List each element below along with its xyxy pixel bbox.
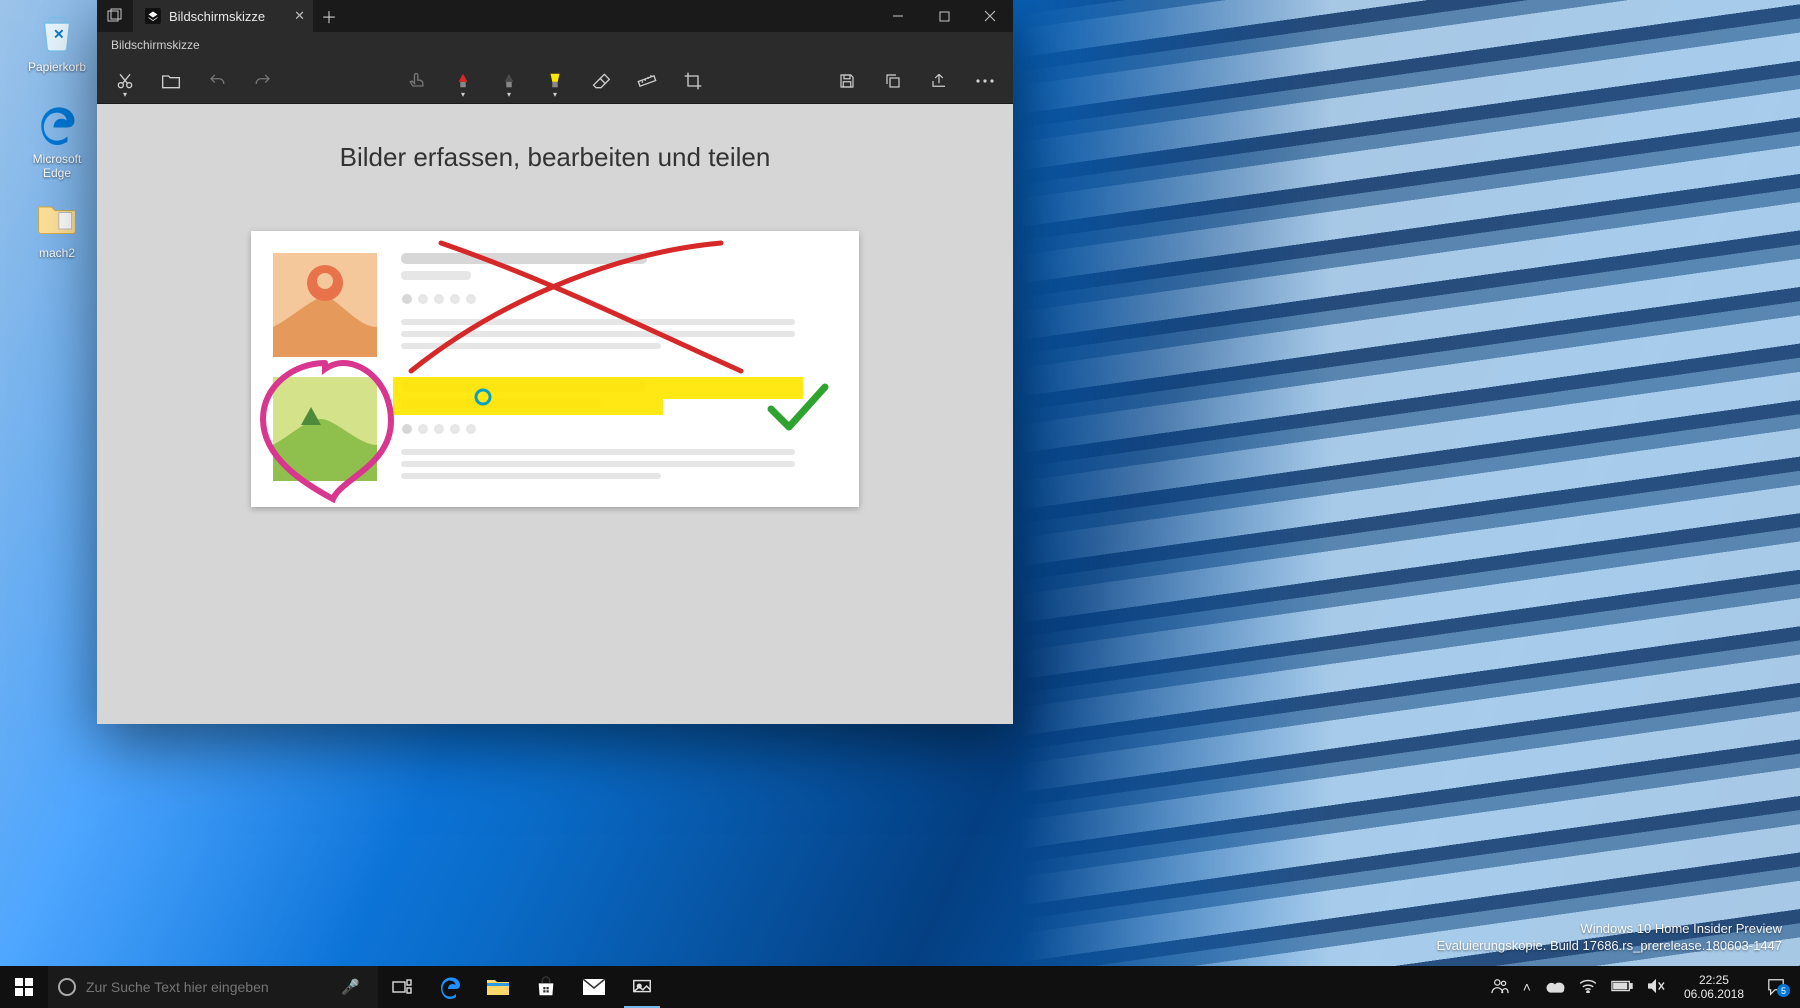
taskbar-app-screen-sketch[interactable] [618,966,666,1008]
ruler-button[interactable] [625,59,669,103]
tray-people-icon[interactable] [1484,978,1516,997]
wallpaper-stripes [1020,0,1800,1008]
cortana-icon [58,978,76,996]
ballpoint-pen-button[interactable]: ▾ [441,59,485,103]
start-button[interactable] [0,966,48,1008]
eraser-button[interactable] [579,59,623,103]
screen-sketch-window: Bildschirmskizze ✕ ＋ Bildschirmskizze [97,0,1013,724]
clock-date: 06.06.2018 [1684,987,1744,1001]
notification-badge: 5 [1777,984,1790,997]
canvas-heading: Bilder erfassen, bearbeiten und teilen [97,142,1013,173]
desktop-icon-label: Microsoft Edge [18,152,96,180]
insider-preview-watermark: Windows 10 Home Insider Preview Evaluier… [1437,920,1782,954]
taskbar: 🎤 ˄ [0,966,1800,1008]
maximize-button[interactable] [921,0,967,32]
close-button[interactable] [967,0,1013,32]
desktop-icon-recycle-bin[interactable]: Papierkorb [18,8,96,74]
toolbar: ▾ ▾ [97,58,1013,104]
new-snip-button[interactable]: ▾ [103,59,147,103]
copy-button[interactable] [871,59,915,103]
undo-button [195,59,239,103]
taskbar-app-explorer[interactable] [474,966,522,1008]
edge-icon [33,100,81,148]
highlighter-button[interactable]: ▾ [533,59,577,103]
task-view-button[interactable] [378,966,426,1008]
app-favicon [145,8,161,24]
desktop-wallpaper: Papierkorb Microsoft Edge mach2 Windows … [0,0,1800,1008]
desktop-icon-label: mach2 [18,246,96,260]
sample-illustration [251,231,859,507]
tray-chevron-up-icon[interactable]: ˄ [1516,979,1538,995]
window-subtitle: Bildschirmskizze [97,32,1013,58]
watermark-line2: Evaluierungskopie. Build 17686.rs_prerel… [1437,937,1782,954]
pencil-button[interactable]: ▾ [487,59,531,103]
mic-icon[interactable]: 🎤 [333,978,368,996]
save-button[interactable] [825,59,869,103]
share-button[interactable] [917,59,961,103]
crop-button[interactable] [671,59,715,103]
folder-icon [33,194,81,242]
more-button[interactable] [963,59,1007,103]
desktop-icon-mach2[interactable]: mach2 [18,194,96,260]
taskbar-app-edge[interactable] [426,966,474,1008]
search-input[interactable] [86,979,333,995]
new-tab-button[interactable]: ＋ [313,0,345,32]
canvas-area[interactable]: Bilder erfassen, bearbeiten und teilen [97,104,1013,724]
redo-button [241,59,285,103]
recycle-bin-icon [33,8,81,56]
taskbar-clock[interactable]: 22:25 06.06.2018 [1672,973,1756,1001]
minimize-button[interactable] [875,0,921,32]
titlebar[interactable]: Bildschirmskizze ✕ ＋ [97,0,1013,32]
tray-volume-icon[interactable] [1640,978,1672,997]
open-button[interactable] [149,59,193,103]
clock-time: 22:25 [1684,973,1744,987]
desktop-icon-edge[interactable]: Microsoft Edge [18,100,96,180]
taskbar-search[interactable]: 🎤 [48,966,378,1008]
system-tray: ˄ 22:25 06.06.2018 5 [1484,966,1800,1008]
tab-close-icon[interactable]: ✕ [294,8,305,24]
desktop-icon-label: Papierkorb [18,60,96,74]
tab-title: Bildschirmskizze [169,9,265,24]
sets-icon[interactable] [97,0,133,32]
touch-writing-button[interactable] [395,59,439,103]
tray-battery-icon[interactable] [1604,979,1640,995]
tray-wifi-icon[interactable] [1572,979,1604,996]
action-center-button[interactable]: 5 [1756,978,1796,996]
window-tab[interactable]: Bildschirmskizze ✕ [133,0,313,32]
taskbar-app-mail[interactable] [570,966,618,1008]
taskbar-app-store[interactable] [522,966,570,1008]
watermark-line1: Windows 10 Home Insider Preview [1437,920,1782,937]
tray-onedrive-icon[interactable] [1538,979,1572,996]
